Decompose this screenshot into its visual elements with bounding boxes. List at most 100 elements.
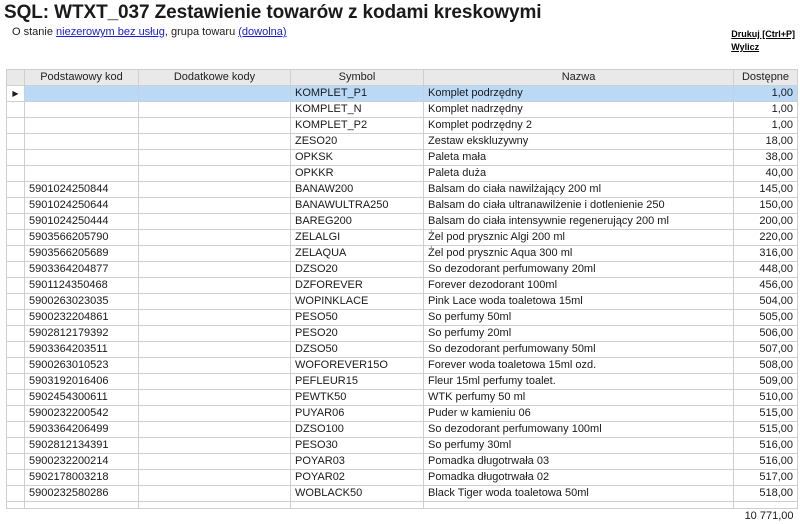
table-row[interactable]: 5902812134391PESO30So perfumy 30ml516,00 — [7, 438, 798, 454]
row-marker — [7, 422, 25, 438]
table-row[interactable]: 5900263010523WOFOREVER15OForever woda to… — [7, 358, 798, 374]
cell-symbol: WOBLACK50 — [291, 486, 424, 502]
table-row[interactable]: 5903566205790ZELALGIŻel pod prysznic Alg… — [7, 230, 798, 246]
cell-podstawowy-kod: 5903364203511 — [25, 342, 139, 358]
row-marker — [7, 310, 25, 326]
table-row[interactable]: OPKSKPaleta mała38,00 — [7, 150, 798, 166]
cell-dodatkowe-kody — [139, 278, 291, 294]
print-button[interactable]: Drukuj [Ctrl+P] — [731, 28, 795, 41]
cell-dodatkowe-kody — [139, 102, 291, 118]
table-row[interactable]: 5903364203511DZSO50So dezodorant perfumo… — [7, 342, 798, 358]
table-row[interactable]: 5902178003218POYAR02Pomadka długotrwała … — [7, 470, 798, 486]
cell-nazwa: Komplet podrzędny — [424, 86, 734, 102]
column-header-dostepne[interactable]: Dostępne — [734, 70, 798, 86]
cell-symbol: WOFOREVER15O — [291, 358, 424, 374]
cell-dostepne: 515,00 — [734, 406, 798, 422]
cell-dodatkowe-kody — [139, 422, 291, 438]
cell-podstawowy-kod: 5903364206499 — [25, 422, 139, 438]
cell-dodatkowe-kody — [139, 150, 291, 166]
table-row[interactable]: 5902454300611PEWTK50WTK perfumy 50 ml510… — [7, 390, 798, 406]
row-marker — [7, 278, 25, 294]
cell-dostepne: 316,00 — [734, 246, 798, 262]
row-marker — [7, 134, 25, 150]
group-filter-link[interactable]: (dowolna) — [238, 26, 286, 38]
column-header-symbol[interactable]: Symbol — [291, 70, 424, 86]
total-spacer — [7, 509, 25, 524]
cell-nazwa: Zestaw ekskluzywny — [424, 134, 734, 150]
row-marker-header — [7, 70, 25, 86]
cell-podstawowy-kod — [25, 134, 139, 150]
stock-filter-link[interactable]: niezerowym bez usług — [56, 26, 165, 38]
column-header-dodatkowe-kody[interactable]: Dodatkowe kody — [139, 70, 291, 86]
cell-dodatkowe-kody — [139, 310, 291, 326]
cell-nazwa: Pink Lace woda toaletowa 15ml — [424, 294, 734, 310]
cell-dostepne: 507,00 — [734, 342, 798, 358]
row-marker — [7, 358, 25, 374]
cell-podstawowy-kod — [25, 86, 139, 102]
table-header-row: Podstawowy kod Dodatkowe kody Symbol Naz… — [7, 70, 798, 86]
table-row[interactable]: 5903566205689ZELAQUAŻel pod prysznic Aqu… — [7, 246, 798, 262]
empty-cell — [7, 502, 25, 509]
table-row[interactable]: 5903192016406PEFLEUR15Fleur 15ml perfumy… — [7, 374, 798, 390]
cell-nazwa: So dezodorant perfumowany 100ml — [424, 422, 734, 438]
cell-dostepne: 506,00 — [734, 326, 798, 342]
cell-dostepne: 505,00 — [734, 310, 798, 326]
cell-podstawowy-kod: 5901024250844 — [25, 182, 139, 198]
table-row[interactable]: 5901024250444BAREG200Balsam do ciała int… — [7, 214, 798, 230]
table-row[interactable]: KOMPLET_P2Komplet podrzędny 21,00 — [7, 118, 798, 134]
row-marker — [7, 262, 25, 278]
column-header-podstawowy-kod[interactable]: Podstawowy kod — [25, 70, 139, 86]
table-row[interactable]: 5901024250644BANAWULTRA250Balsam do ciał… — [7, 198, 798, 214]
calculate-button[interactable]: Wylicz — [731, 41, 795, 54]
table-row[interactable]: KOMPLET_NKomplet nadrzędny1,00 — [7, 102, 798, 118]
table-row[interactable]: 5900232200542PUYAR06Puder w kamieniu 065… — [7, 406, 798, 422]
empty-cell — [291, 502, 424, 509]
cell-symbol: PUYAR06 — [291, 406, 424, 422]
cell-nazwa: So dezodorant perfumowany 20ml — [424, 262, 734, 278]
cell-podstawowy-kod: 5900263010523 — [25, 358, 139, 374]
empty-cell — [734, 502, 798, 509]
cell-podstawowy-kod: 5901124350468 — [25, 278, 139, 294]
cell-podstawowy-kod — [25, 150, 139, 166]
table-row[interactable]: ▶KOMPLET_P1Komplet podrzędny1,00 — [7, 86, 798, 102]
cell-nazwa: Pomadka długotrwała 02 — [424, 470, 734, 486]
cell-symbol: OPKKR — [291, 166, 424, 182]
cell-symbol: KOMPLET_P1 — [291, 86, 424, 102]
cell-dodatkowe-kody — [139, 182, 291, 198]
cell-dostepne: 517,00 — [734, 470, 798, 486]
table-row[interactable]: 5901024250844BANAW200Balsam do ciała naw… — [7, 182, 798, 198]
cell-dodatkowe-kody — [139, 198, 291, 214]
row-marker — [7, 166, 25, 182]
cell-symbol: WOPINKLACE — [291, 294, 424, 310]
table-body: ▶KOMPLET_P1Komplet podrzędny1,00KOMPLET_… — [7, 86, 798, 524]
cell-dostepne: 1,00 — [734, 86, 798, 102]
cell-nazwa: Balsam do ciała ultranawilżenie i dotlen… — [424, 198, 734, 214]
column-header-nazwa[interactable]: Nazwa — [424, 70, 734, 86]
table-row[interactable]: 5902812179392PESO20So perfumy 20ml506,00 — [7, 326, 798, 342]
cell-symbol: DZSO100 — [291, 422, 424, 438]
cell-nazwa: Puder w kamieniu 06 — [424, 406, 734, 422]
table-row[interactable]: 5901124350468DZFOREVERForever dezodorant… — [7, 278, 798, 294]
row-marker — [7, 118, 25, 134]
cell-dodatkowe-kody — [139, 166, 291, 182]
row-marker — [7, 326, 25, 342]
cell-nazwa: Fleur 15ml perfumy toalet. — [424, 374, 734, 390]
cell-dodatkowe-kody — [139, 454, 291, 470]
table-row[interactable]: OPKKRPaleta duża40,00 — [7, 166, 798, 182]
cell-dodatkowe-kody — [139, 118, 291, 134]
subtitle-middle: , grupa towaru — [165, 26, 238, 38]
cell-nazwa: Black Tiger woda toaletowa 50ml — [424, 486, 734, 502]
table-row[interactable]: 5903364204877DZSO20So dezodorant perfumo… — [7, 262, 798, 278]
table-row[interactable]: 5903364206499 DZSO100So dezodorant perfum… — [7, 422, 798, 438]
cell-dodatkowe-kody — [139, 294, 291, 310]
table-row[interactable]: 5900232200214POYAR03Pomadka długotrwała … — [7, 454, 798, 470]
row-marker — [7, 342, 25, 358]
table-row[interactable]: 5900232580286WOBLACK50Black Tiger woda t… — [7, 486, 798, 502]
table-row[interactable]: ZESO20Zestaw ekskluzywny18,00 — [7, 134, 798, 150]
table-row[interactable]: 5900263023035WOPINKLACEPink Lace woda to… — [7, 294, 798, 310]
subtitle-prefix: O stanie — [12, 26, 56, 38]
table-row[interactable]: 5900232204861PESO50So perfumy 50ml505,00 — [7, 310, 798, 326]
cell-nazwa: So perfumy 30ml — [424, 438, 734, 454]
cell-symbol: ZESO20 — [291, 134, 424, 150]
cell-podstawowy-kod: 5903566205689 — [25, 246, 139, 262]
